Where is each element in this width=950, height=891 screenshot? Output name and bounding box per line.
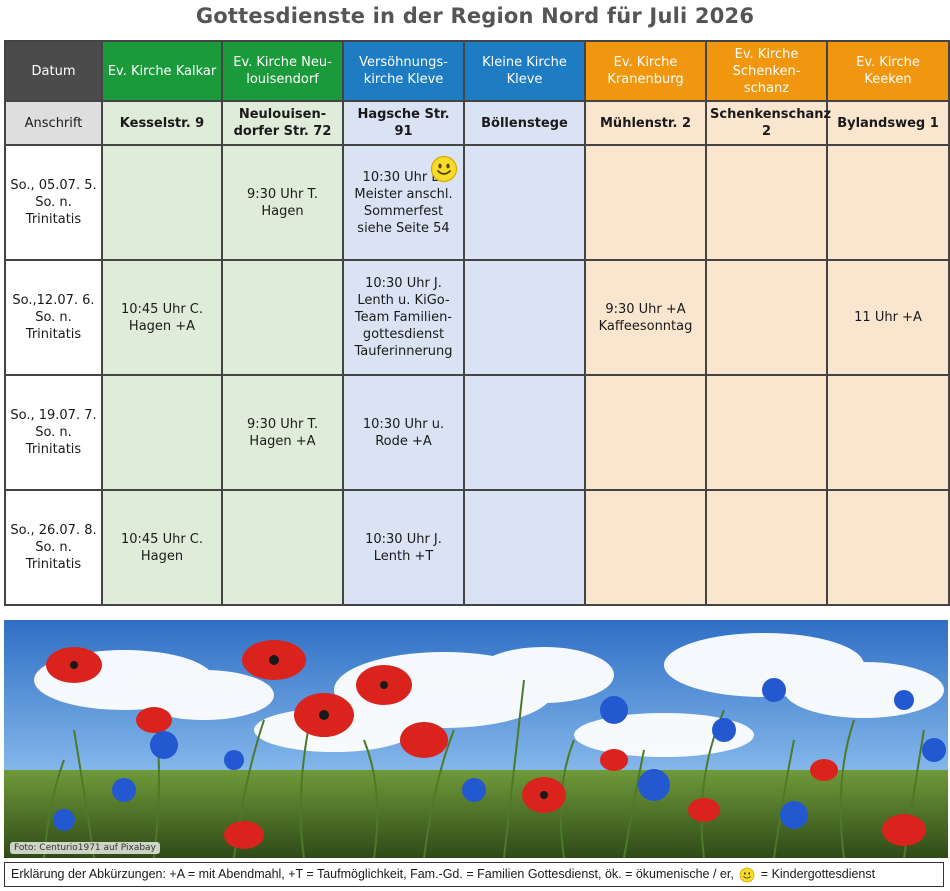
address-cell: Böllenstege xyxy=(463,100,586,146)
service-cell xyxy=(463,374,586,491)
header-church: Ev. Kirche Keeken xyxy=(826,40,950,102)
header-church: Ev. Kirche Kalkar xyxy=(101,40,223,102)
header-church: Kleine Kirche Kleve xyxy=(463,40,586,102)
address-cell: Kesselstr. 9 xyxy=(101,100,223,146)
service-row: So., 19.07. 7. So. n. Trinitatis 9:30 Uh… xyxy=(4,374,950,491)
service-cell: 10:45 Uhr C. Hagen xyxy=(101,489,223,606)
service-cell xyxy=(101,144,223,261)
address-cell: Mühlenstr. 2 xyxy=(584,100,707,146)
service-cell: 10:30 Uhr J. Lenth u. KiGo-Team Familien… xyxy=(342,259,465,376)
legend-text: Erklärung der Abkürzungen: +A = mit Aben… xyxy=(11,867,734,881)
header-church: Ev. Kirche Schenken-schanz xyxy=(705,40,828,102)
date-cell: So.,12.07. 6. So. n. Trinitatis xyxy=(4,259,103,376)
service-cell xyxy=(463,144,586,261)
service-cell xyxy=(221,259,344,376)
service-cell xyxy=(584,374,707,491)
service-cell xyxy=(705,374,828,491)
header-church: Ev. Kirche Kranenburg xyxy=(584,40,707,102)
service-cell xyxy=(705,489,828,606)
service-cell: 11 Uhr +A xyxy=(826,259,950,376)
date-cell: So., 26.07. 8. So. n. Trinitatis xyxy=(4,489,103,606)
service-cell xyxy=(826,374,950,491)
service-cell xyxy=(826,489,950,606)
address-cell: Bylandsweg 1 xyxy=(826,100,950,146)
address-row: Anschrift Kesselstr. 9 Neulouisen-dorfer… xyxy=(4,100,950,146)
address-cell: Hagsche Str. 91 xyxy=(342,100,465,146)
legend-text-kids: = Kindergottesdienst xyxy=(760,867,876,881)
page-title: Gottesdienste in der Region Nord für Jul… xyxy=(195,4,755,28)
address-label: Anschrift xyxy=(4,100,103,146)
service-cell: 9:30 Uhr +A Kaffeesonntag xyxy=(584,259,707,376)
date-cell: So., 05.07. 5. So. n. Trinitatis xyxy=(4,144,103,261)
poppy-cornflower-illustration xyxy=(4,620,948,858)
date-cell: So., 19.07. 7. So. n. Trinitatis xyxy=(4,374,103,491)
service-cell: 10:30 Uhr J. Lenth +T xyxy=(342,489,465,606)
service-cell xyxy=(101,374,223,491)
service-row: So., 05.07. 5. So. n. Trinitatis 9:30 Uh… xyxy=(4,144,950,261)
address-cell: Schenkenschanz 2 xyxy=(705,100,831,146)
header-church: Versöhnungs-kirche Kleve xyxy=(342,40,465,102)
service-cell: 9:30 Uhr T. Hagen +A xyxy=(221,374,344,491)
address-cell: Neulouisen-dorfer Str. 72 xyxy=(221,100,344,146)
service-row: So.,12.07. 6. So. n. Trinitatis 10:45 Uh… xyxy=(4,259,950,376)
service-cell-with-kids-service: 10:30 Uhr B. Meister anschl. Sommerfest … xyxy=(342,144,465,261)
flower-meadow-photo: Foto: Centurio1971 auf Pixabay xyxy=(4,620,948,858)
service-cell: 9:30 Uhr T. Hagen xyxy=(221,144,344,261)
photo-credit: Foto: Centurio1971 auf Pixabay xyxy=(10,842,160,854)
service-cell xyxy=(584,489,707,606)
service-row: So., 26.07. 8. So. n. Trinitatis 10:45 U… xyxy=(4,489,950,606)
smiley-icon xyxy=(739,867,755,883)
service-cell xyxy=(826,144,950,261)
header-church: Ev. Kirche Neu-louisendorf xyxy=(221,40,344,102)
service-schedule-table: Datum Ev. Kirche Kalkar Ev. Kirche Neu-l… xyxy=(4,40,950,606)
service-cell xyxy=(463,259,586,376)
service-cell: 10:45 Uhr C. Hagen +A xyxy=(101,259,223,376)
smiley-icon xyxy=(430,155,458,182)
service-cell xyxy=(705,259,828,376)
service-cell xyxy=(221,489,344,606)
header-datum: Datum xyxy=(4,40,103,102)
service-cell xyxy=(705,144,828,261)
header-row: Datum Ev. Kirche Kalkar Ev. Kirche Neu-l… xyxy=(4,40,950,102)
service-cell: 10:30 Uhr u. Rode +A xyxy=(342,374,465,491)
service-cell xyxy=(463,489,586,606)
service-cell xyxy=(584,144,707,261)
abbreviation-legend: Erklärung der Abkürzungen: +A = mit Aben… xyxy=(4,862,944,887)
